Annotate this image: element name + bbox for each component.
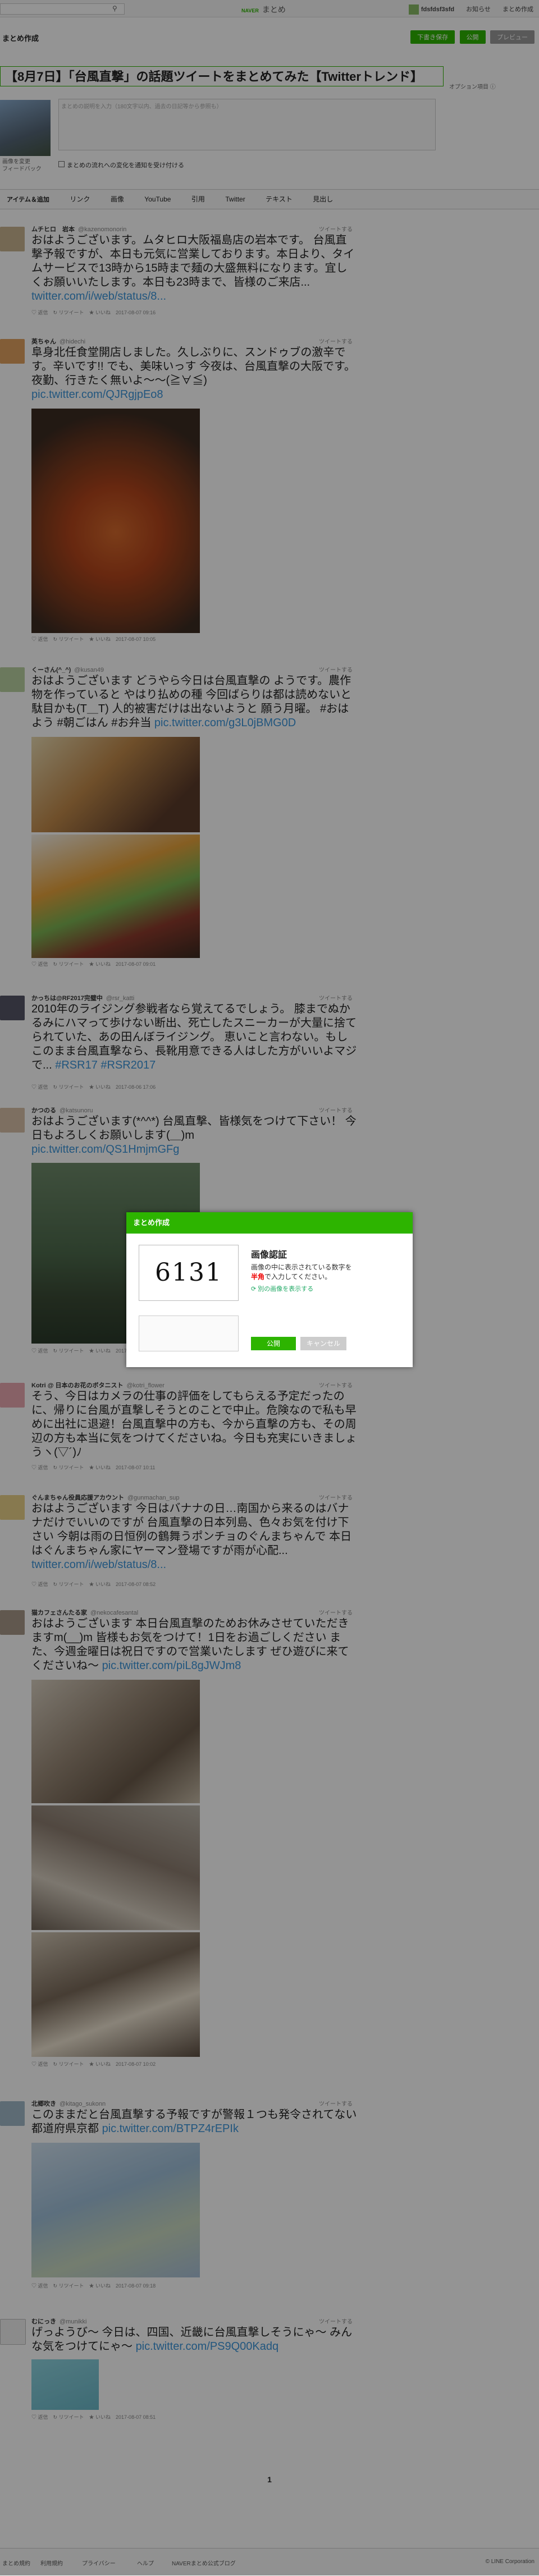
instructions-prefix: 画像の中に表示されている数字を [251, 1263, 352, 1271]
instructions-emphasis: 半角 [251, 1273, 265, 1281]
captcha-input[interactable] [139, 1315, 239, 1351]
captcha-image: 6131 [139, 1245, 239, 1301]
refresh-icon: ⟳ [251, 1286, 258, 1292]
cancel-button[interactable]: キャンセル [300, 1337, 346, 1350]
refresh-label: 別の画像を表示する [258, 1286, 314, 1292]
dialog-instructions: 画像の中に表示されている数字を半角で入力してください。 [251, 1263, 352, 1282]
dialog-title: 画像認証 [251, 1250, 287, 1260]
dialog-header: まとめ作成 [126, 1212, 413, 1234]
refresh-captcha-link[interactable]: ⟳ 別の画像を表示する [251, 1284, 313, 1293]
captcha-dialog: まとめ作成 6131 画像認証 画像の中に表示されている数字を半角で入力してくだ… [126, 1212, 413, 1367]
instructions-suffix: で入力してください。 [264, 1273, 332, 1281]
confirm-button[interactable]: 公開 [251, 1337, 296, 1350]
